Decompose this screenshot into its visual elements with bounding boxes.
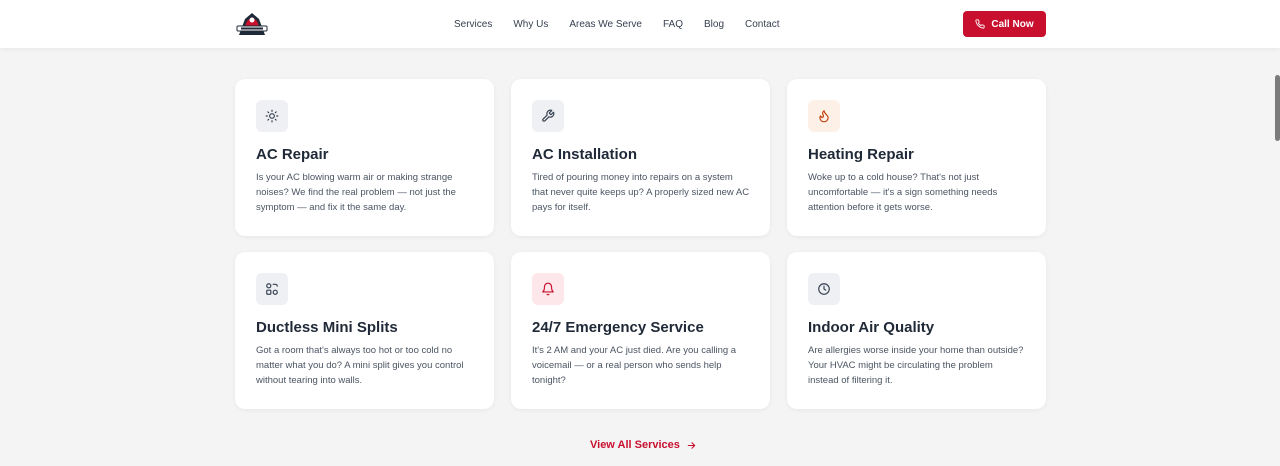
- flame-icon: [819, 110, 829, 123]
- call-now-button[interactable]: Call Now: [963, 11, 1046, 37]
- sun-icon: [265, 109, 279, 123]
- service-description: Tired of pouring money into repairs on a…: [532, 172, 750, 213]
- service-description: Woke up to a cold house? That's not just…: [808, 172, 998, 213]
- service-title: Indoor Air Quality: [808, 319, 935, 336]
- service-description: Are allergies worse inside your home tha…: [808, 345, 1024, 386]
- service-icon-box: [808, 100, 840, 132]
- view-all-services-link[interactable]: View All Services: [590, 439, 697, 451]
- wrench-icon: [542, 109, 555, 122]
- phone-icon: [975, 19, 986, 29]
- service-description: Got a room that's always too hot or too …: [256, 345, 464, 386]
- nav-link-why-us[interactable]: Why Us: [513, 19, 548, 30]
- brand-logo[interactable]: [235, 11, 269, 37]
- service-icon-box: [808, 273, 840, 305]
- page-scrollbar[interactable]: [1275, 75, 1280, 141]
- main-nav: Services Why Us Areas We Serve FAQ Blog …: [454, 0, 800, 48]
- service-icon-box: [532, 100, 564, 132]
- arrow-right-icon: [687, 441, 696, 449]
- service-card-ac-repair[interactable]: AC Repair Is your AC blowing warm air or…: [235, 79, 494, 236]
- service-card-heating-repair[interactable]: Heating Repair Woke up to a cold house? …: [787, 79, 1046, 236]
- nav-link-blog[interactable]: Blog: [704, 19, 724, 30]
- service-icon-box: [256, 273, 288, 305]
- grid-icon: [266, 283, 278, 295]
- clock-icon: [818, 283, 830, 295]
- bell-icon: [542, 282, 554, 296]
- service-card-emergency-service[interactable]: 24/7 Emergency Service It's 2 AM and you…: [511, 252, 770, 409]
- service-title: 24/7 Emergency Service: [532, 319, 704, 336]
- service-icon-box: [532, 273, 564, 305]
- service-description: It's 2 AM and your AC just died. Are you…: [532, 345, 737, 386]
- service-title: AC Installation: [532, 146, 638, 163]
- service-title: AC Repair: [256, 146, 329, 163]
- service-card-ac-installation[interactable]: AC Installation Tired of pouring money i…: [511, 79, 770, 236]
- service-title: Heating Repair: [808, 146, 914, 163]
- service-title: Ductless Mini Splits: [256, 319, 398, 336]
- service-card-ductless-mini-splits[interactable]: Ductless Mini Splits Got a room that's a…: [235, 252, 494, 409]
- view-all-services-label: View All Services: [590, 439, 680, 451]
- service-icon-box: [256, 100, 288, 132]
- nav-link-services[interactable]: Services: [454, 19, 492, 30]
- call-now-label: Call Now: [991, 18, 1034, 30]
- top-navbar: Services Why Us Areas We Serve FAQ Blog …: [0, 0, 1280, 48]
- nav-link-faq[interactable]: FAQ: [663, 19, 683, 30]
- nav-link-contact[interactable]: Contact: [745, 19, 779, 30]
- service-card-indoor-air-quality[interactable]: Indoor Air Quality Are allergies worse i…: [787, 252, 1046, 409]
- nav-link-areas-we-serve[interactable]: Areas We Serve: [569, 19, 642, 30]
- service-description: Is your AC blowing warm air or making st…: [256, 172, 456, 213]
